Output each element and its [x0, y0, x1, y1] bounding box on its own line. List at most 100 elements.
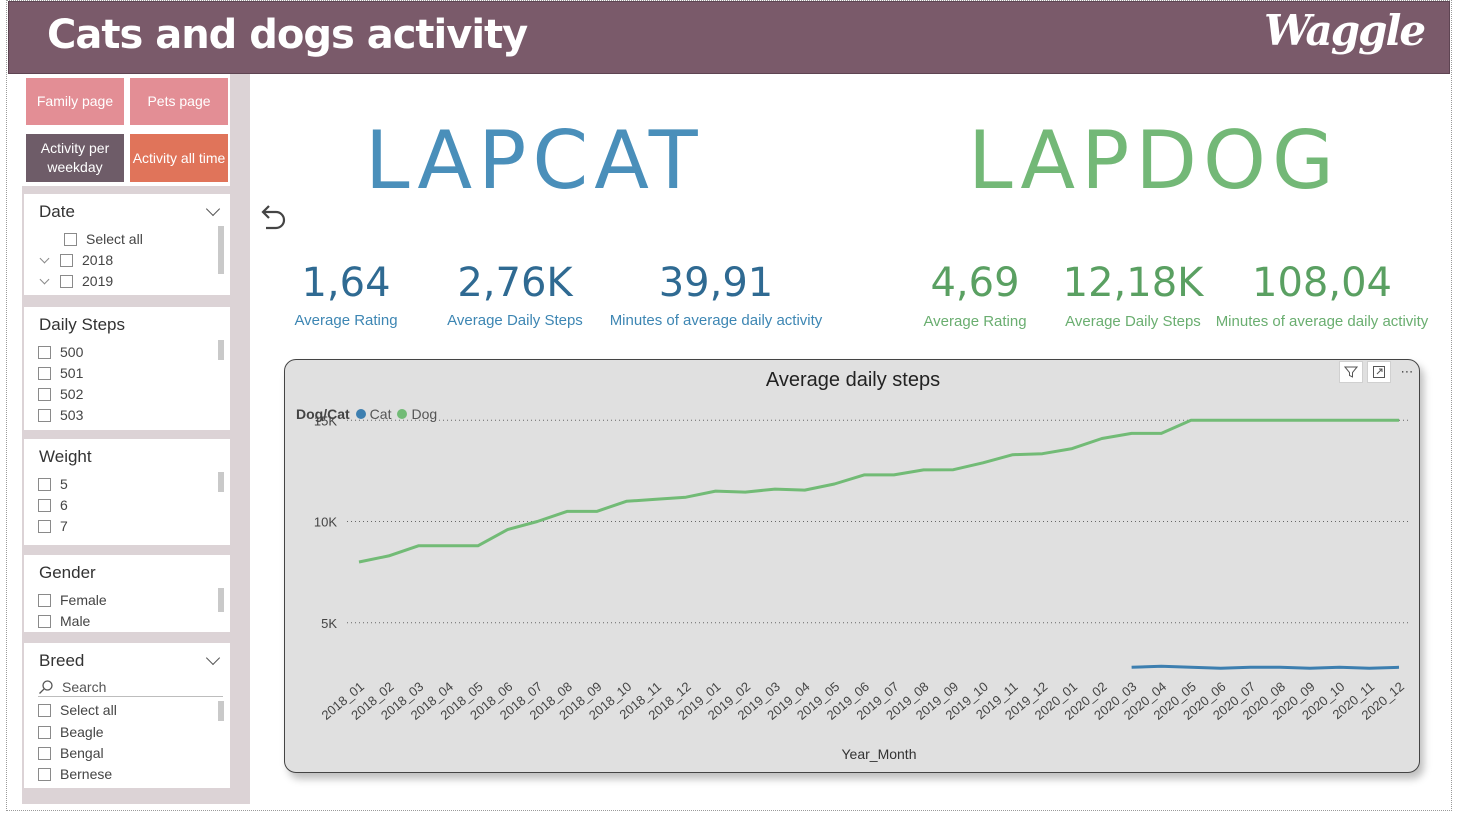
checkbox[interactable] [64, 232, 77, 246]
gender-slicer-title: Gender [39, 563, 96, 582]
checkbox[interactable] [38, 767, 51, 781]
filter-icon[interactable] [1339, 361, 1363, 383]
option-label: Bernese [60, 766, 113, 782]
option-label: 501 [60, 365, 84, 381]
gender-option-female[interactable]: Female [38, 591, 107, 609]
expand-chevron-icon[interactable] [39, 274, 50, 284]
more-options-icon[interactable]: ⋯ [1395, 361, 1419, 383]
chevron-down-icon[interactable] [205, 201, 221, 217]
option-label: 5 [60, 476, 68, 492]
option-label: Select all [60, 702, 117, 718]
dog-average-rating-value: 4,69 [930, 260, 1020, 306]
page-title: Cats and dogs activity [47, 12, 528, 58]
option-label: 7 [60, 518, 68, 534]
checkbox[interactable] [38, 477, 51, 491]
daily-steps-slicer-title: Daily Steps [39, 315, 125, 334]
chart-title: Average daily steps [765, 369, 941, 391]
scrollbar[interactable] [218, 340, 224, 360]
activity-all-time-button[interactable]: Activity all time [128, 132, 230, 184]
lapcat-logo: LAPCAT [365, 114, 704, 207]
nav-buttons: Family page Pets page Activity per weekd… [22, 74, 230, 186]
scrollbar[interactable] [218, 472, 224, 492]
scrollbar[interactable] [218, 226, 224, 274]
search-icon [39, 679, 53, 694]
scrollbar[interactable] [218, 588, 224, 612]
pets-page-button[interactable]: Pets page [128, 76, 230, 127]
daily-steps-option[interactable]: 503 [38, 406, 83, 424]
checkbox[interactable] [38, 746, 51, 760]
expand-chevron-icon[interactable] [39, 253, 50, 263]
breed-select-all[interactable]: Select all [38, 701, 117, 719]
date-option-2019[interactable]: 2019 [38, 272, 113, 290]
checkbox[interactable] [38, 387, 51, 401]
weight-option[interactable]: 5 [38, 475, 68, 493]
weight-option[interactable]: 7 [38, 517, 68, 535]
daily-steps-option[interactable]: 500 [38, 343, 83, 361]
weight-slicer-title: Weight [39, 447, 92, 466]
option-label: 2019 [82, 273, 114, 289]
dog-average-daily-steps-label: Average Daily Steps [1065, 313, 1201, 330]
date-slicer: Date Select all 2018 2019 [24, 194, 230, 295]
option-label: 503 [60, 407, 84, 423]
cat-average-daily-steps-label: Average Daily Steps [447, 312, 583, 329]
scrollbar[interactable] [218, 701, 224, 721]
series-line-dog[interactable] [358, 418, 1399, 564]
header-bar: Cats and dogs activity Waggle [8, 1, 1450, 74]
line-chart-plot: 5K10K15K2018_012018_022018_032018_042018… [314, 413, 1411, 723]
breed-slicer-title: Breed [39, 651, 85, 670]
gender-option-male[interactable]: Male [38, 612, 90, 630]
checkbox[interactable] [38, 345, 51, 359]
legend-cat-label[interactable]: Cat [370, 406, 392, 422]
gender-slicer: Gender Female Male [24, 555, 230, 632]
dog-minutes-activity-value: 108,04 [1252, 260, 1392, 306]
legend-cat-dot [355, 409, 366, 419]
weight-slicer: Weight 5 6 7 [24, 439, 230, 545]
dog-average-daily-steps-value: 12,18K [1062, 260, 1204, 306]
checkbox[interactable] [38, 366, 51, 380]
checkbox[interactable] [60, 253, 73, 267]
daily-steps-option[interactable]: 502 [38, 385, 83, 403]
breed-option[interactable]: Bernese [38, 765, 112, 783]
back-arrow-icon[interactable] [256, 200, 290, 234]
checkbox[interactable] [38, 498, 51, 512]
date-select-all[interactable]: Select all [64, 230, 143, 248]
dog-average-rating-label: Average Rating [923, 313, 1027, 330]
legend-dog-label[interactable]: Dog [411, 406, 437, 422]
checkbox[interactable] [38, 593, 51, 607]
checkbox[interactable] [38, 519, 51, 533]
checkbox[interactable] [38, 614, 51, 628]
option-label: Beagle [60, 724, 104, 740]
cat-average-rating-label: Average Rating [294, 312, 398, 329]
checkbox[interactable] [60, 274, 73, 288]
daily-steps-option[interactable]: 501 [38, 364, 83, 382]
option-label: 6 [60, 497, 68, 513]
weight-option[interactable]: 6 [38, 496, 68, 514]
legend-dog-dot [397, 409, 408, 419]
y-tick-label: 10K [314, 515, 337, 530]
daily-steps-slicer: Daily Steps 500 501 502 503 [24, 307, 230, 430]
lapdog-logo: LAPDOG [968, 114, 1340, 207]
sidebar: Family page Pets page Activity per weekd… [22, 74, 250, 804]
cat-average-rating-value: 1,64 [301, 260, 391, 306]
chevron-down-icon[interactable] [205, 650, 221, 666]
checkbox[interactable] [38, 408, 51, 422]
option-label: Male [60, 613, 91, 629]
breed-option[interactable]: Beagle [38, 723, 104, 741]
family-page-button[interactable]: Family page [24, 76, 126, 127]
option-label: Select all [86, 231, 143, 247]
breed-option[interactable]: Bengal [38, 744, 104, 762]
series-line-cat[interactable] [1131, 664, 1400, 670]
date-option-2018[interactable]: 2018 [38, 251, 113, 269]
cat-average-daily-steps-value: 2,76K [457, 260, 573, 306]
breed-search-input[interactable]: Search [38, 677, 223, 697]
option-label: 2018 [82, 252, 114, 268]
option-label: Female [60, 592, 107, 608]
cat-minutes-activity-label: Minutes of average daily activity [609, 312, 823, 329]
average-daily-steps-chart[interactable]: 5K 10K 15K 2018_01 2018_02 2018_03 2018_04 2018… [284, 359, 1420, 773]
chart-legend: Dog/Cat Cat Dog [296, 406, 437, 422]
activity-per-weekday-button[interactable]: Activity per weekday [24, 132, 126, 184]
checkbox[interactable] [38, 725, 51, 739]
checkbox[interactable] [38, 703, 51, 717]
focus-mode-icon[interactable] [1367, 361, 1391, 383]
legend-title: Dog/Cat [296, 406, 350, 422]
